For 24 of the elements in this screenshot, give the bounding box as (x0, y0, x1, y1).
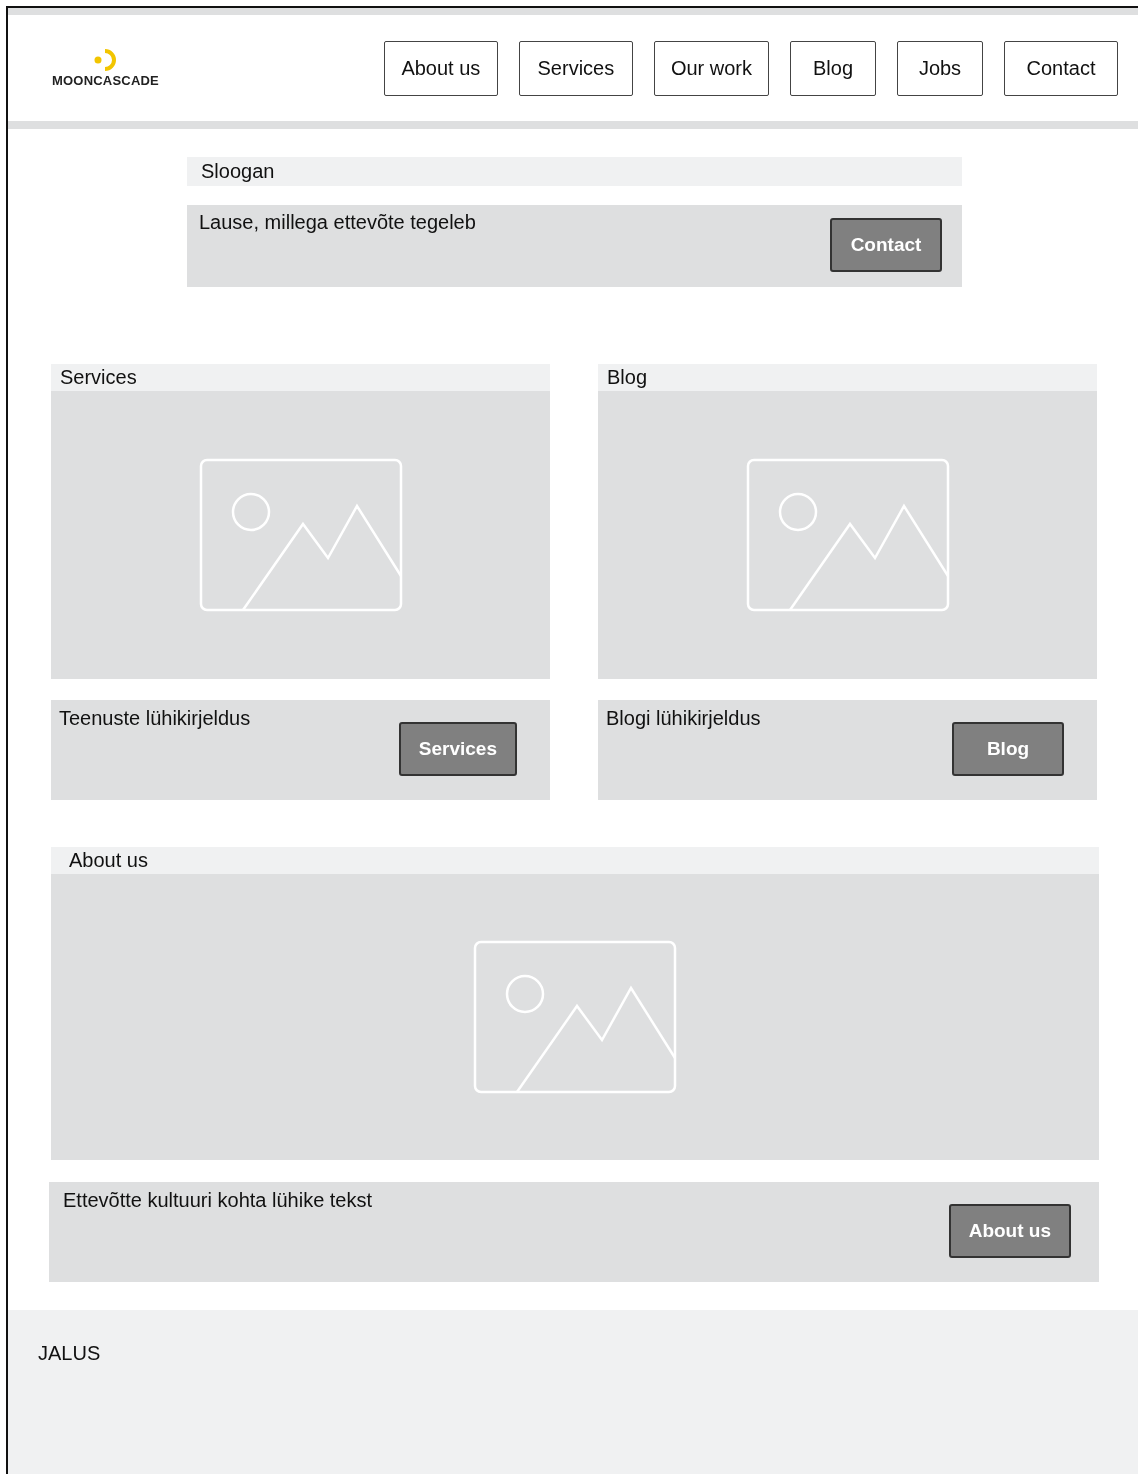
contact-button[interactable]: Contact (830, 218, 942, 272)
nav-button[interactable]: Services (518, 40, 633, 96)
section-button[interactable]: Services (398, 722, 517, 776)
image-placeholder-icon (473, 940, 677, 1094)
section-heading: Blog (598, 364, 1097, 391)
hero-text: Lause, millega ettevõte tegeleb (199, 211, 476, 234)
slogan-heading: Sloogan (187, 157, 962, 186)
section-button[interactable]: Blog (952, 722, 1064, 776)
description-text: Ettevõtte kultuuri kohta lühike tekst (63, 1189, 373, 1212)
description-text: Blogi lühikirjeldus (606, 707, 761, 730)
nav-button[interactable]: Blog (790, 40, 876, 96)
description-text: Teenuste lühikirjeldus (59, 707, 251, 730)
nav-button[interactable]: Jobs (897, 40, 983, 96)
image-placeholder-icon (198, 458, 403, 612)
image-placeholder-icon (745, 458, 950, 612)
section-heading: About us (51, 847, 1099, 874)
moon-icon (93, 48, 118, 71)
footer-text: JALUS (38, 1342, 101, 1364)
nav-button[interactable]: Our work (653, 40, 769, 96)
logo[interactable]: MOONCASCADE (52, 48, 159, 88)
nav-button[interactable]: About us (383, 40, 498, 96)
section-heading: Services (51, 364, 550, 391)
nav-button[interactable]: Contact (1004, 40, 1118, 96)
section-button[interactable]: About us (948, 1204, 1071, 1258)
